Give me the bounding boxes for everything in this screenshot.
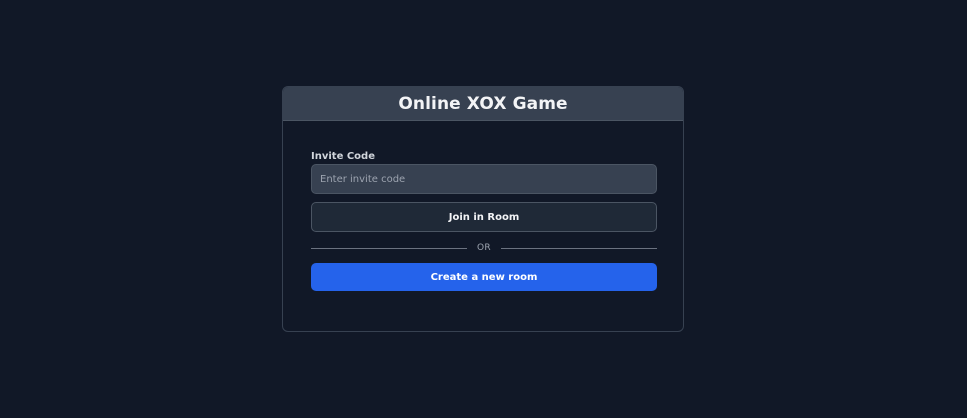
invite-code-input[interactable] xyxy=(311,164,657,194)
create-room-button[interactable]: Create a new room xyxy=(311,263,657,291)
page-title: Online XOX Game xyxy=(398,93,568,114)
divider-line-right xyxy=(500,247,657,249)
or-divider: OR xyxy=(311,241,657,255)
game-lobby-card: Online XOX Game Invite Code Join in Room… xyxy=(282,86,684,332)
divider-line-left xyxy=(311,247,468,249)
join-room-button[interactable]: Join in Room xyxy=(311,202,657,232)
invite-code-label: Invite Code xyxy=(311,151,375,162)
card-header: Online XOX Game xyxy=(283,87,683,121)
page-background: Online XOX Game Invite Code Join in Room… xyxy=(0,0,967,418)
divider-text: OR xyxy=(477,243,491,253)
